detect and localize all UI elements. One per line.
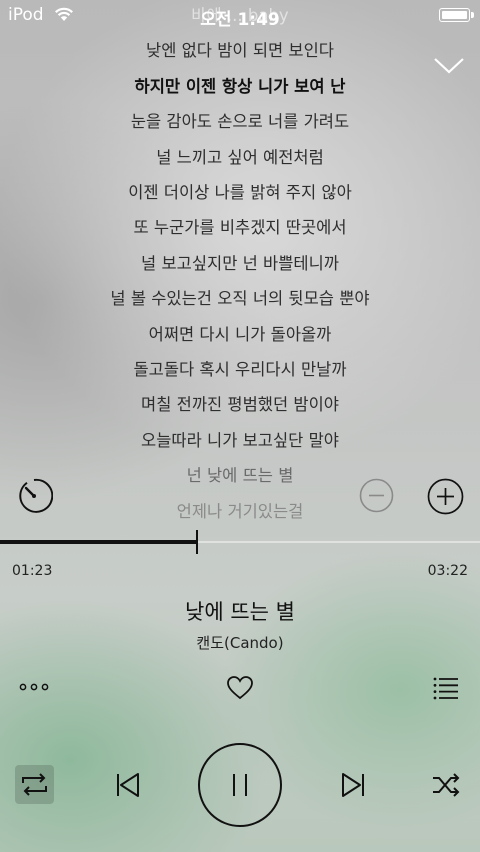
lyric-line: 또 누군가를 비추겠지 딴곳에서 (133, 218, 347, 238)
lyric-line: 어쩌면 다시 니가 돌아올까 (148, 324, 332, 344)
repeat-icon (22, 773, 47, 796)
timer-button[interactable] (15, 477, 53, 515)
lyric-line: 널 느끼고 싶어 예전처럼 (156, 147, 324, 167)
pause-icon (233, 774, 247, 796)
font-smaller-button[interactable] (359, 478, 394, 513)
song-artist[interactable]: 캔도(Cando) (0, 632, 480, 653)
total-time: 03:22 (427, 563, 468, 579)
more-button[interactable] (18, 675, 50, 699)
progress-bar[interactable] (0, 530, 480, 554)
collapse-button[interactable] (432, 52, 466, 78)
previous-button[interactable] (113, 770, 143, 800)
pause-button[interactable] (198, 743, 282, 827)
song-title: 낮에 뜨는 별 (185, 600, 295, 624)
lyric-line: 하지만 이젠 항상 니가 보여 난 (134, 76, 346, 96)
heart-icon (227, 676, 253, 700)
playlist-button[interactable] (432, 674, 460, 702)
lyric-line: 며칠 전까진 평범했던 밤이야 (141, 395, 339, 415)
more-dots-icon (19, 683, 49, 691)
lyric-line: 낮엔 없다 밤이 되면 보인다 (146, 41, 334, 61)
repeat-button[interactable] (15, 765, 54, 804)
shuffle-button[interactable] (430, 770, 462, 800)
progress-handle[interactable] (195, 530, 198, 554)
lyric-line: 이젠 더이상 나를 밝혀 주지 않아 (128, 183, 352, 202)
plus-circle-icon (427, 478, 464, 515)
lyric-line: 눈을 감아도 손으로 너를 가려도 (130, 112, 350, 132)
lyric-line: 돌고돌다 혹시 우리다시 만날까 (133, 360, 347, 379)
previous-track-icon (117, 773, 139, 797)
lyric-line: 언제나 거기있는걸 (176, 501, 304, 521)
minus-circle-icon (359, 478, 394, 513)
next-track-icon (342, 773, 364, 797)
like-button[interactable] (226, 675, 254, 701)
lyric-line: 오늘따라 니가 보고싶단 말야 (141, 430, 339, 450)
next-button[interactable] (338, 770, 368, 800)
font-larger-button[interactable] (427, 478, 464, 515)
lyrics-panel[interactable]: 바에 ... baby 낮엔 없다 밤이 되면 보인다하지만 이젠 항상 니가 보… (0, 0, 480, 530)
shuffle-icon (433, 773, 460, 797)
elapsed-time: 01:23 (12, 563, 53, 579)
playlist-icon (433, 677, 458, 700)
progress-fill (0, 540, 197, 544)
chevron-down-icon (434, 58, 464, 74)
timer-icon (19, 478, 53, 513)
lyric-line: 넌 낮에 뜨는 별 (186, 466, 294, 486)
lyric-line: 널 볼 수있는건 오직 너의 뒷모습 뿐야 (110, 289, 370, 309)
lyric-line: 바에 ... baby (191, 6, 289, 25)
lyric-line: 널 보고싶지만 넌 바쁠테니까 (141, 253, 339, 273)
